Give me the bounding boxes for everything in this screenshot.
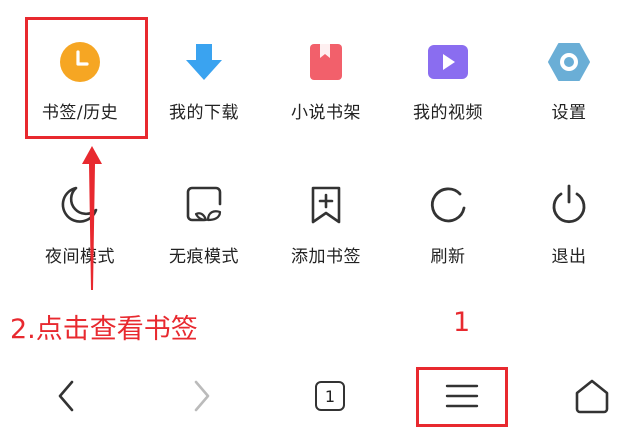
menu-icon: [445, 384, 479, 408]
exit-item[interactable]: 退出: [510, 180, 628, 300]
tab-count: 1: [324, 386, 336, 406]
menu-button[interactable]: [432, 366, 492, 426]
refresh-icon: [424, 180, 472, 228]
settings-hexagon-icon: [545, 40, 593, 84]
back-button[interactable]: [36, 366, 96, 426]
add-bookmark-icon: [302, 180, 350, 228]
add-bookmark-label: 添加书签: [291, 247, 361, 267]
home-button[interactable]: [562, 366, 622, 426]
bookmarks-highlight-box: [25, 17, 148, 139]
settings-label: 设置: [551, 103, 587, 123]
incognito-mode-item[interactable]: 无痕模式: [145, 180, 263, 300]
forward-chevron-icon: [194, 380, 210, 412]
incognito-icon: [180, 180, 228, 228]
novel-bookshelf-label: 小说书架: [291, 103, 361, 123]
power-icon: [545, 180, 593, 228]
my-videos-label: 我的视频: [413, 103, 483, 123]
home-icon: [575, 379, 609, 414]
exit-label: 退出: [551, 247, 587, 267]
incognito-mode-label: 无痕模式: [169, 247, 239, 267]
my-videos-item[interactable]: 我的视频: [389, 0, 507, 123]
book-icon: [302, 40, 350, 84]
video-play-icon: [424, 40, 472, 84]
my-downloads-item[interactable]: 我的下载: [145, 0, 263, 123]
back-chevron-icon: [58, 380, 74, 412]
tabs-icon: 1: [315, 381, 345, 411]
my-downloads-label: 我的下载: [169, 103, 239, 123]
annotation-step-2: 2.点击查看书签: [10, 314, 198, 345]
novel-bookshelf-item[interactable]: 小说书架: [267, 0, 385, 123]
add-bookmark-item[interactable]: 添加书签: [267, 180, 385, 300]
tabs-button[interactable]: 1: [300, 366, 360, 426]
annotation-step-1: 1: [453, 307, 471, 338]
refresh-label: 刷新: [430, 247, 466, 267]
forward-button[interactable]: [172, 366, 232, 426]
settings-item[interactable]: 设置: [510, 0, 628, 123]
annotation-arrow-up: [82, 146, 102, 290]
refresh-item[interactable]: 刷新: [389, 180, 507, 300]
download-arrow-icon: [180, 40, 228, 84]
